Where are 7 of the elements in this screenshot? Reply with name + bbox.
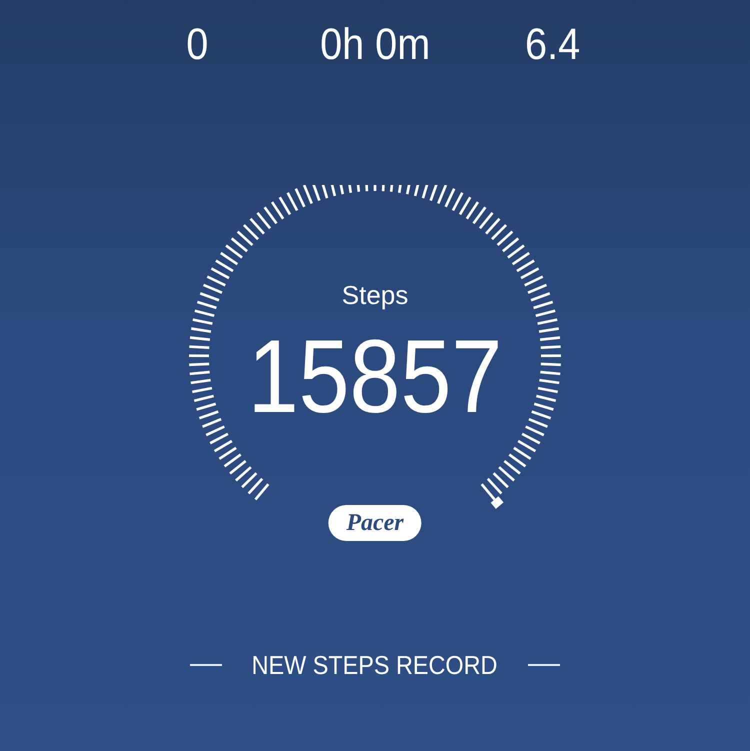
steps-label: Steps <box>342 282 408 308</box>
stat-value: 0h 0m <box>320 23 430 67</box>
record-banner-text: NEW STEPS RECORD <box>252 652 498 678</box>
logo-badge: Pacer <box>328 505 422 541</box>
stat-value: 6.4 <box>525 23 581 67</box>
stat-value: 0 <box>186 23 208 67</box>
steps-count: 15857 <box>248 325 502 429</box>
